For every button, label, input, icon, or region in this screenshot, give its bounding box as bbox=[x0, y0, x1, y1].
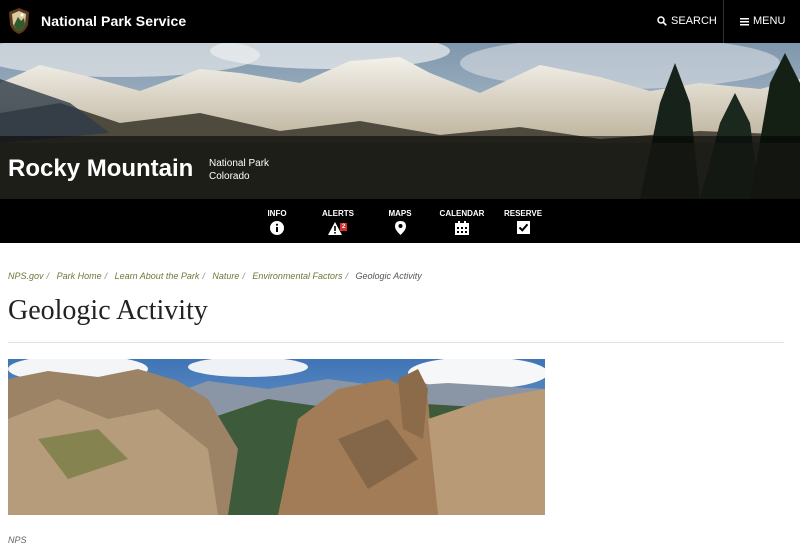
nav-reserve-label: RESERVE bbox=[503, 209, 543, 218]
breadcrumb: NPS.gov / Park Home / Learn About the Park… bbox=[8, 271, 422, 281]
nav-info-label: INFO bbox=[267, 209, 287, 218]
page-title: Geologic Activity bbox=[8, 295, 208, 326]
breadcrumb-current: Geologic Activity bbox=[355, 271, 422, 281]
menu-label: MENU bbox=[753, 15, 786, 27]
nav-reserve[interactable]: RESERVE bbox=[503, 209, 543, 234]
search-label: SEARCH bbox=[671, 15, 717, 27]
alert-icon-wrap: 2 bbox=[328, 221, 348, 235]
search-icon bbox=[657, 16, 667, 26]
calendar-icon bbox=[455, 221, 469, 235]
park-designation: National Park Colorado bbox=[209, 157, 269, 183]
breadcrumb-nature[interactable]: Nature bbox=[212, 271, 239, 281]
breadcrumb-park-home[interactable]: Park Home bbox=[57, 271, 102, 281]
search-button[interactable]: SEARCH bbox=[657, 15, 717, 27]
nav-maps[interactable]: MAPS bbox=[386, 209, 414, 235]
info-icon bbox=[270, 221, 284, 235]
checkbox-icon bbox=[516, 221, 530, 234]
nav-alerts-label: ALERTS bbox=[322, 209, 354, 218]
breadcrumb-environmental[interactable]: Environmental Factors bbox=[252, 271, 342, 281]
geologic-rock-formation-image bbox=[8, 359, 545, 515]
park-type: National Park bbox=[209, 158, 270, 169]
breadcrumb-separator: / bbox=[242, 271, 245, 281]
nav-maps-label: MAPS bbox=[388, 209, 412, 218]
header-divider bbox=[723, 0, 724, 43]
alerts-count-badge: 2 bbox=[340, 223, 348, 231]
breadcrumb-learn[interactable]: Learn About the Park bbox=[115, 271, 200, 281]
nav-calendar-label: CALENDAR bbox=[439, 209, 485, 218]
nav-alerts[interactable]: ALERTS 2 bbox=[320, 209, 356, 235]
site-name[interactable]: National Park Service bbox=[41, 13, 186, 29]
breadcrumb-separator: / bbox=[46, 271, 50, 281]
park-name[interactable]: Rocky Mountain bbox=[8, 155, 193, 183]
nav-calendar[interactable]: CALENDAR bbox=[439, 209, 485, 235]
breadcrumb-separator: / bbox=[345, 271, 348, 281]
hamburger-icon bbox=[740, 17, 749, 25]
breadcrumb-nps[interactable]: NPS.gov bbox=[8, 271, 44, 281]
title-divider bbox=[8, 342, 784, 343]
nps-arrowhead-logo[interactable] bbox=[8, 7, 30, 35]
menu-button[interactable]: MENU bbox=[740, 15, 785, 27]
nav-info[interactable]: INFO bbox=[264, 209, 290, 235]
breadcrumb-separator: / bbox=[104, 271, 108, 281]
park-state: Colorado bbox=[209, 171, 250, 182]
breadcrumb-separator: / bbox=[202, 271, 205, 281]
map-pin-icon bbox=[394, 221, 406, 235]
